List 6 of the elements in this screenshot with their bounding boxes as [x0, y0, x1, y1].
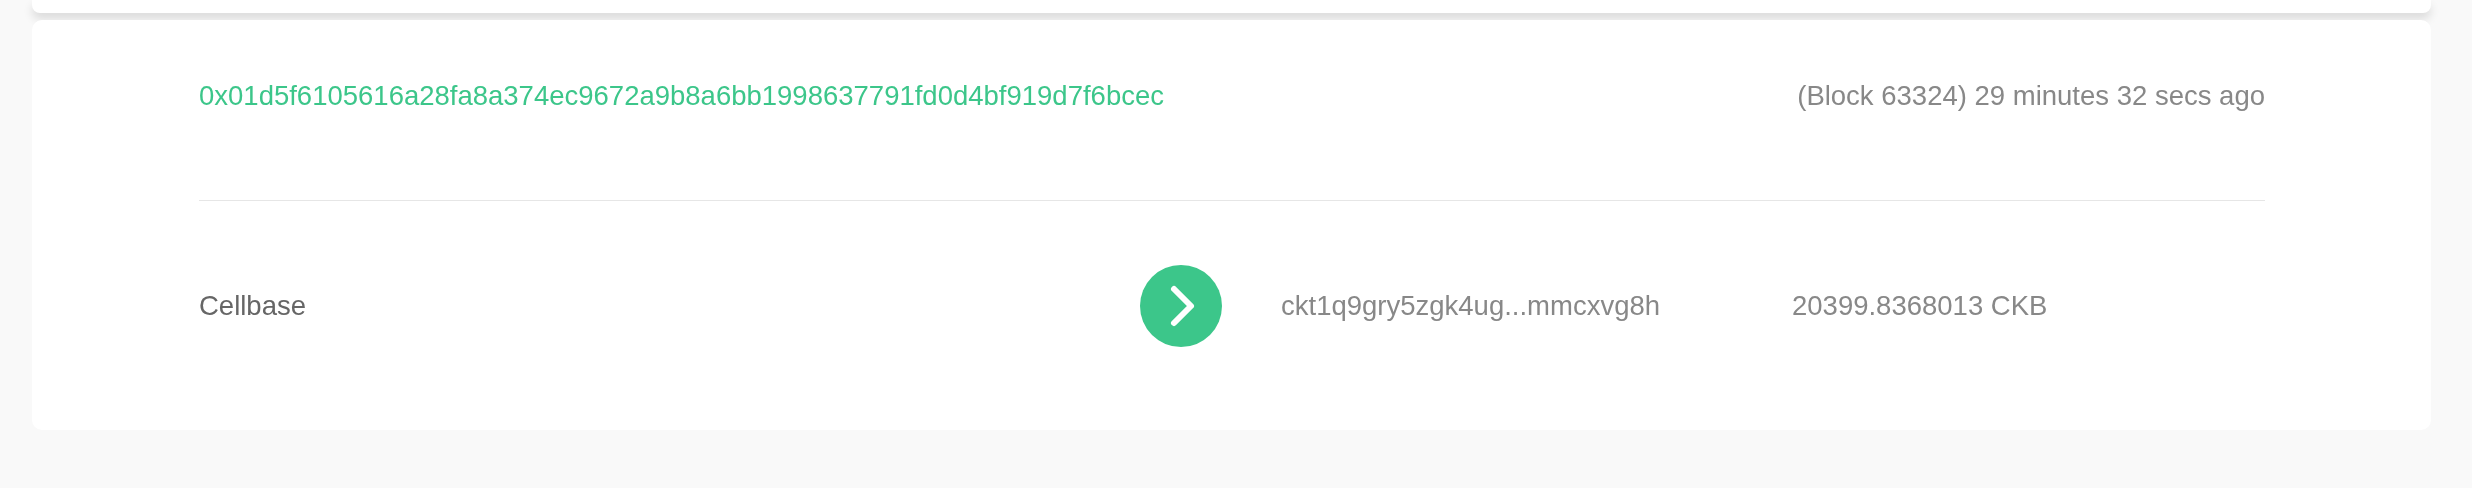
input-label: Cellbase	[199, 290, 306, 321]
output-amount: 20399.8368013 CKB	[1792, 290, 2048, 322]
block-time-text: (Block 63324) 29 minutes 32 secs ago	[1797, 80, 2265, 112]
chevron-right-icon	[1140, 265, 1222, 347]
transaction-hash-link[interactable]: 0x01d5f6105616a28fa8a374ec9672a9b8a6bb1998637791fd0d4bf919d7f6bcec	[199, 80, 1164, 112]
output-address: ckt1q9gry5zgk4ug...mmcxvg8h	[1281, 290, 1662, 322]
